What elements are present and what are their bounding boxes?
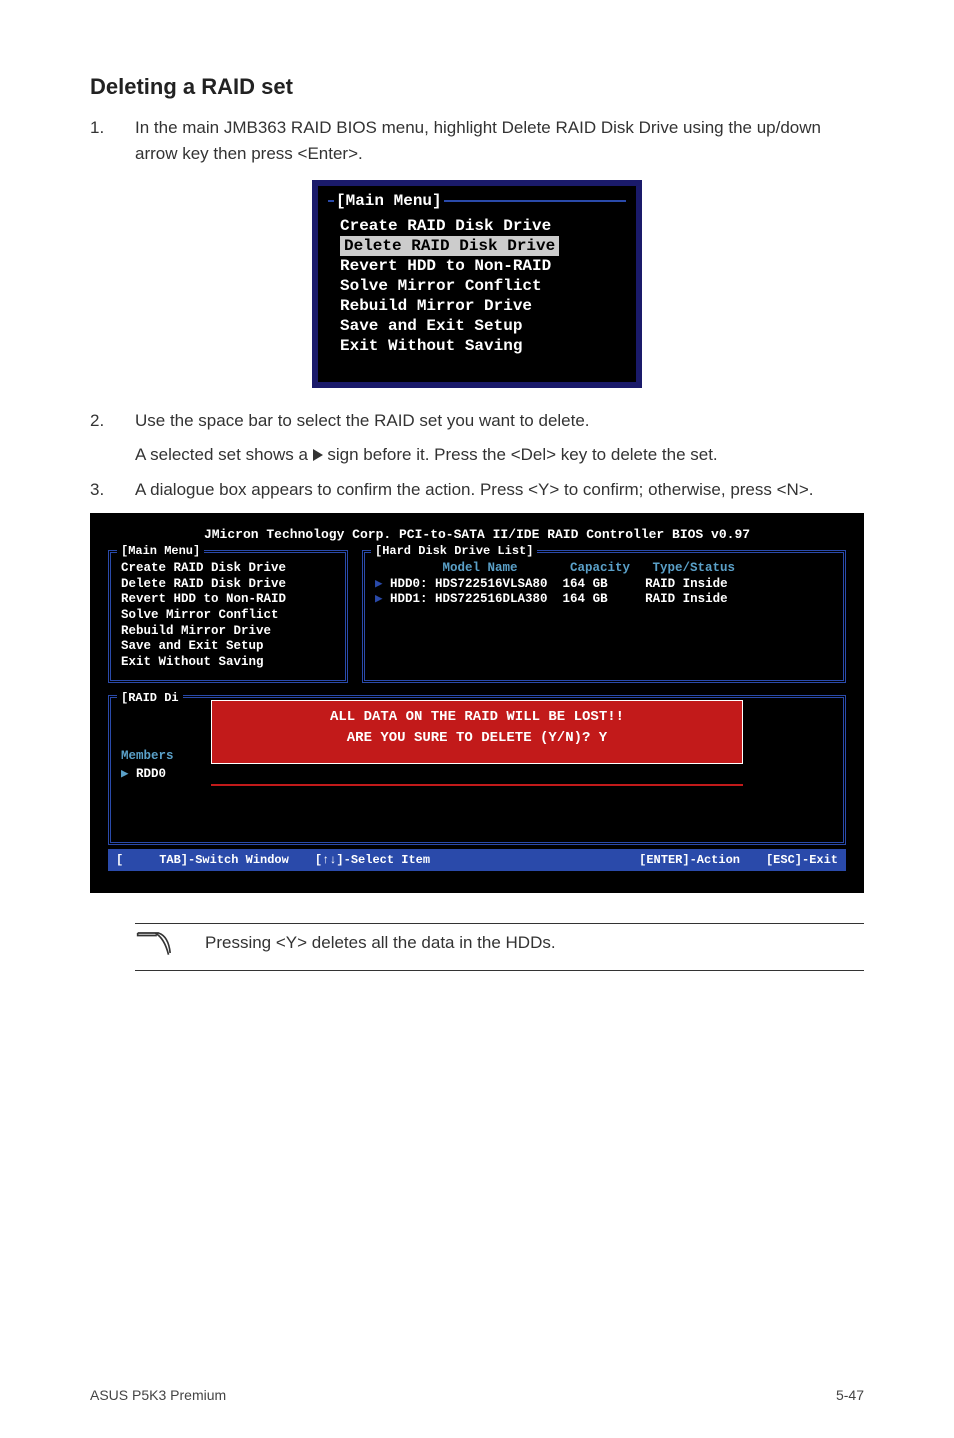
modal-line1: ALL DATA ON THE RAID WILL BE LOST!! <box>220 707 734 728</box>
bios-big-main-item: Revert HDD to Non-RAID <box>121 592 335 608</box>
bios-confirm-modal: ALL DATA ON THE RAID WILL BE LOST!! ARE … <box>211 700 743 764</box>
modal-bottom-line <box>211 784 743 786</box>
bios-big-raid-label: [RAID Di <box>117 689 183 707</box>
step-1-num: 1. <box>90 115 135 166</box>
bios-raid-members: Members <box>121 748 174 766</box>
bios-small-item-selected: Delete RAID Disk Drive <box>340 236 559 256</box>
hdd-row-0-text: HDD0: HDS722516VLSA80 164 GB RAID Inside <box>390 577 728 591</box>
step-1-text: In the main JMB363 RAID BIOS menu, highl… <box>135 115 864 166</box>
bottom-bar-d: [ESC]-Exit <box>766 851 838 869</box>
note-row: Pressing <Y> deletes all the data in the… <box>135 923 864 971</box>
step-2-num: 2. <box>90 408 135 467</box>
page-footer: ASUS P5K3 Premium 5-47 <box>90 1385 864 1406</box>
bios-big-main-item: Exit Without Saving <box>121 655 335 671</box>
bios-big-hdd-row: ▶ HDD1: HDS722516DLA380 164 GB RAID Insi… <box>375 592 833 608</box>
bottom-bar-b: [↑↓]-Select Item <box>315 851 430 869</box>
footer-left: ASUS P5K3 Premium <box>90 1385 226 1406</box>
bios-big-raid-block: [RAID Di Members ▶ RDD0 ALL DATA ON THE … <box>108 695 846 845</box>
bios-small-item: Solve Mirror Conflict <box>340 276 626 296</box>
bios-big-hdd-list: [Hard Disk Drive List] Model Name Capaci… <box>362 550 846 683</box>
bios-small-item: Revert HDD to Non-RAID <box>340 256 626 276</box>
triangle-icon <box>313 449 323 461</box>
hdd-row-1-text: HDD1: HDS722516DLA380 164 GB RAID Inside <box>390 592 728 606</box>
modal-line2: ARE YOU SURE TO DELETE (Y/N)? Y <box>220 728 734 749</box>
bios-small-item: Save and Exit Setup <box>340 316 626 336</box>
bios-big-hdd-row: ▶ HDD0: HDS722516VLSA80 164 GB RAID Insi… <box>375 577 833 593</box>
bios-big-hdd-label: [Hard Disk Drive List] <box>371 544 537 559</box>
bios-raid-rdd: RDD0 <box>136 767 166 781</box>
bios-big-main-item: Rebuild Mirror Drive <box>121 624 335 640</box>
step-2-line1: Use the space bar to select the RAID set… <box>135 408 864 434</box>
step-1: 1. In the main JMB363 RAID BIOS menu, hi… <box>90 115 864 166</box>
footer-right: 5-47 <box>836 1385 864 1406</box>
triangle-icon: ▶ <box>375 577 390 591</box>
bios-small-item: Rebuild Mirror Drive <box>340 296 626 316</box>
triangle-icon: ▶ <box>375 592 390 606</box>
bios-big-panel: JMicron Technology Corp. PCI-to-SATA II/… <box>90 513 864 894</box>
step-3: 3. A dialogue box appears to confirm the… <box>90 477 864 503</box>
step-3-text: A dialogue box appears to confirm the ac… <box>135 477 864 503</box>
bios-big-title: JMicron Technology Corp. PCI-to-SATA II/… <box>108 525 846 545</box>
bios-small-item: Create RAID Disk Drive <box>340 216 626 236</box>
bios-big-hdd-header: Model Name Capacity Type/Status <box>375 561 833 577</box>
bottom-bar-c: [ENTER]-Action <box>639 851 740 869</box>
bios-bottom-bar: [ TAB]-Switch Window [↑↓]-Select Item [E… <box>108 849 846 871</box>
bios-main-menu-small: [Main Menu] Create RAID Disk Drive Delet… <box>312 180 642 388</box>
bios-big-main-menu: [Main Menu] Create RAID Disk Drive Delet… <box>108 550 348 683</box>
bios-small-item: Exit Without Saving <box>340 336 626 356</box>
bios-big-main-label: [Main Menu] <box>117 544 204 559</box>
note-text: Pressing <Y> deletes all the data in the… <box>205 928 864 956</box>
bios-big-main-item: Create RAID Disk Drive <box>121 561 335 577</box>
bios-big-raid-left: Members ▶ RDD0 <box>121 748 174 783</box>
bios-small-title: [Main Menu] <box>334 189 444 213</box>
step-2-text: Use the space bar to select the RAID set… <box>135 408 864 467</box>
bottom-bar-a: [ TAB]-Switch Window <box>116 851 289 869</box>
bios-big-main-item: Solve Mirror Conflict <box>121 608 335 624</box>
note-icon <box>135 928 177 966</box>
step-2-line2: A selected set shows a sign before it. P… <box>135 442 864 468</box>
step-2: 2. Use the space bar to select the RAID … <box>90 408 864 467</box>
bios-big-main-item: Delete RAID Disk Drive <box>121 577 335 593</box>
triangle-icon: ▶ <box>121 767 136 781</box>
step-3-num: 3. <box>90 477 135 503</box>
heading-deleting-raid: Deleting a RAID set <box>90 70 864 103</box>
bios-big-main-item: Save and Exit Setup <box>121 639 335 655</box>
